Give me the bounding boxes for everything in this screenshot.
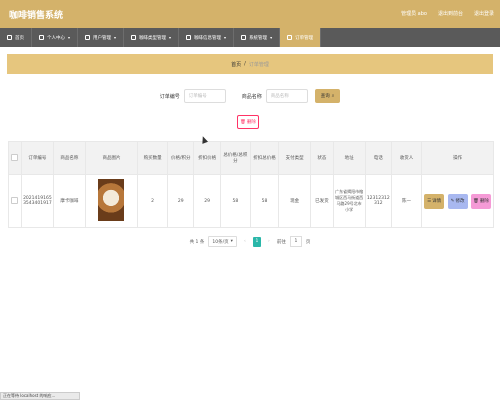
chevron-down-icon: ▾: [230, 239, 233, 244]
select-all-cell: [8, 141, 22, 175]
col-address: 地址: [332, 141, 366, 175]
table-header-row: 订单编号 商品名称 商品图片 购买数量 价格/积分 折扣价格 总价格/总积分 折…: [8, 141, 494, 175]
cell-price: 29: [167, 174, 195, 228]
browser-status-bar: 正在等待 localhost 的响应...: [0, 392, 80, 400]
page-size-select[interactable]: 10条/页 ▾: [208, 236, 237, 247]
chevron-down-icon: ▾: [224, 35, 227, 40]
chevron-down-icon: ▾: [114, 35, 117, 40]
search-icon: ⌕: [331, 94, 335, 99]
main-nav: 首页 个人中心 ▾ 用户管理 ▾ 咖啡类型管理 ▾ 咖啡信息管理 ▾ 系统管理 ▾ 订单管…: [0, 28, 500, 47]
search-form: 订单编号 订单编号 商品名称 商品名称 查询 ⌕: [7, 89, 493, 103]
col-phone: 电话: [364, 141, 392, 175]
breadcrumb-home[interactable]: 首页: [231, 61, 241, 68]
nav-user-management[interactable]: 用户管理 ▾: [78, 28, 125, 47]
trash-icon: 🗑: [240, 119, 246, 125]
cell-product-image: [84, 174, 139, 228]
col-discount-total: 折扣总价格: [249, 141, 280, 175]
cell-discount-total: 58: [249, 174, 280, 228]
col-receiver: 收货人: [390, 141, 423, 175]
cell-product-name: 摩卡咖啡: [52, 174, 86, 228]
category-icon: [131, 35, 137, 40]
breadcrumb-separator: /: [244, 61, 246, 67]
page-unit-label: 页: [305, 239, 311, 245]
edit-button[interactable]: ✎ 修改: [447, 193, 468, 209]
page-number-current[interactable]: 1: [252, 236, 261, 247]
gear-icon: [241, 35, 247, 40]
col-product-name: 商品名称: [52, 141, 86, 175]
header-links: 管理员 abo 退出到前台 退出登录: [401, 10, 494, 17]
cell-actions: ☰ 详情 ✎ 修改 🗑 删除: [421, 174, 494, 228]
nav-order-management[interactable]: 订单管理: [280, 28, 322, 47]
col-pay-type: 支付类型: [278, 141, 312, 175]
nav-personal-center[interactable]: 个人中心 ▾: [32, 28, 79, 47]
col-status: 状态: [310, 141, 334, 175]
cell-discount-price: 29: [193, 174, 221, 228]
row-select-cell: [8, 174, 22, 228]
delete-button[interactable]: 🗑 删除: [471, 193, 491, 209]
col-actions: 操作: [421, 141, 494, 175]
orders-table: 订单编号 商品名称 商品图片 购买数量 价格/积分 折扣价格 总价格/总积分 折…: [8, 141, 494, 228]
goto-label: 前往: [276, 239, 286, 245]
chevron-left-icon: ‹: [243, 239, 246, 244]
admin-user-link[interactable]: 管理员 abo: [401, 10, 427, 17]
app-title: 咖啡销售系统: [9, 11, 64, 21]
breadcrumb: 首页 / 订单管理: [7, 54, 493, 74]
order-icon: [287, 35, 293, 40]
cell-pay-type: 现金: [278, 174, 312, 228]
table-row: 20214191653543401917 摩卡咖啡 2 29 29 58 58 …: [8, 174, 494, 228]
go-frontend-link[interactable]: 退出到前台: [438, 10, 463, 17]
trash-icon: 🗑: [473, 198, 479, 204]
cell-address: 广东省揭阳市榕城区西马街道西马路29号北市小学: [332, 174, 366, 228]
cell-phone: 12312312312: [364, 174, 392, 228]
nav-home[interactable]: 首页: [0, 28, 32, 47]
cell-quantity: 2: [137, 174, 169, 228]
col-discount-price: 折扣价格: [193, 141, 221, 175]
col-price: 价格/积分: [167, 141, 195, 175]
cell-total: 58: [219, 174, 251, 228]
row-checkbox[interactable]: [11, 196, 19, 204]
select-all-checkbox[interactable]: [11, 153, 19, 161]
nav-coffee-type-management[interactable]: 咖啡类型管理 ▾: [124, 28, 180, 47]
search-button[interactable]: 查询 ⌕: [314, 89, 341, 103]
col-order-no: 订单编号: [20, 141, 54, 175]
order-panel: 订单编号 订单编号 商品名称 商品名称 查询 ⌕ 🗑 删除 订单编号 商品名称 商品…: [7, 79, 494, 255]
coffee-icon: [186, 35, 192, 40]
order-no-input[interactable]: 订单编号: [183, 89, 226, 103]
chevron-down-icon: ▾: [270, 35, 273, 40]
next-page-button[interactable]: ›: [265, 237, 273, 247]
col-product-image: 商品图片: [84, 141, 139, 175]
prev-page-button[interactable]: ‹: [241, 237, 249, 247]
breadcrumb-current: 订单管理: [248, 61, 269, 68]
batch-delete-button[interactable]: 🗑 删除: [237, 115, 259, 129]
product-name-input[interactable]: 商品名称: [265, 89, 308, 103]
pagination: 共 1 条 10条/页 ▾ ‹ 1 › 前往 1 页: [7, 236, 493, 247]
chevron-right-icon: ›: [267, 239, 270, 244]
users-icon: [85, 35, 91, 40]
product-image: [98, 179, 125, 221]
top-header: 咖啡销售系统 管理员 abo 退出到前台 退出登录: [0, 0, 500, 28]
product-name-label: 商品名称: [241, 93, 262, 100]
cell-status: 已发货: [310, 174, 334, 228]
chevron-down-icon: ▾: [169, 35, 172, 40]
nav-coffee-info-management[interactable]: 咖啡信息管理 ▾: [179, 28, 235, 47]
order-no-label: 订单编号: [159, 93, 180, 100]
goto-page-input[interactable]: 1: [289, 236, 302, 247]
cell-receiver: 陈一: [390, 174, 423, 228]
nav-system-management[interactable]: 系统管理 ▾: [234, 28, 281, 47]
home-icon: [7, 35, 12, 40]
detail-icon: ☰: [427, 198, 432, 204]
chevron-down-icon: ▾: [68, 35, 71, 40]
logout-link[interactable]: 退出登录: [474, 10, 494, 17]
user-icon: [39, 35, 44, 40]
col-total: 总价格/总积分: [219, 141, 251, 175]
total-count: 共 1 条: [189, 239, 205, 245]
cell-order-no: 20214191653543401917: [20, 174, 54, 228]
edit-icon: ✎: [450, 198, 455, 204]
detail-button[interactable]: ☰ 详情: [424, 193, 445, 209]
col-quantity: 购买数量: [137, 141, 169, 175]
